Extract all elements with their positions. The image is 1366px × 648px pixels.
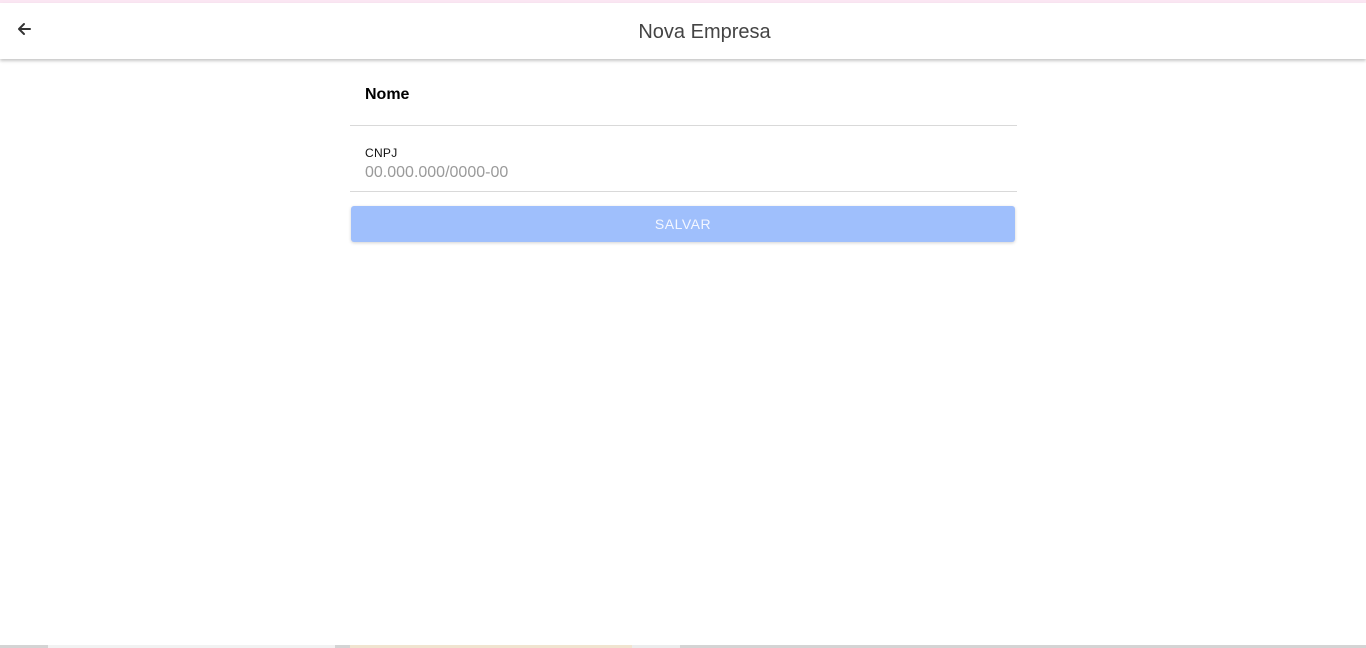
page-title: Nova Empresa bbox=[638, 21, 771, 43]
nome-input[interactable] bbox=[365, 99, 1005, 119]
save-button[interactable]: SALVAR bbox=[351, 206, 1015, 242]
app-header: Nova Empresa bbox=[0, 3, 1366, 59]
cnpj-field[interactable]: CNPJ bbox=[350, 126, 1017, 192]
nome-field[interactable]: Nome bbox=[350, 62, 1017, 126]
company-form: Nome CNPJ SALVAR bbox=[350, 62, 1017, 242]
back-button[interactable] bbox=[8, 15, 40, 47]
cnpj-input[interactable] bbox=[365, 163, 1005, 183]
arrow-left-icon bbox=[16, 21, 32, 42]
cnpj-label: CNPJ bbox=[365, 146, 398, 160]
